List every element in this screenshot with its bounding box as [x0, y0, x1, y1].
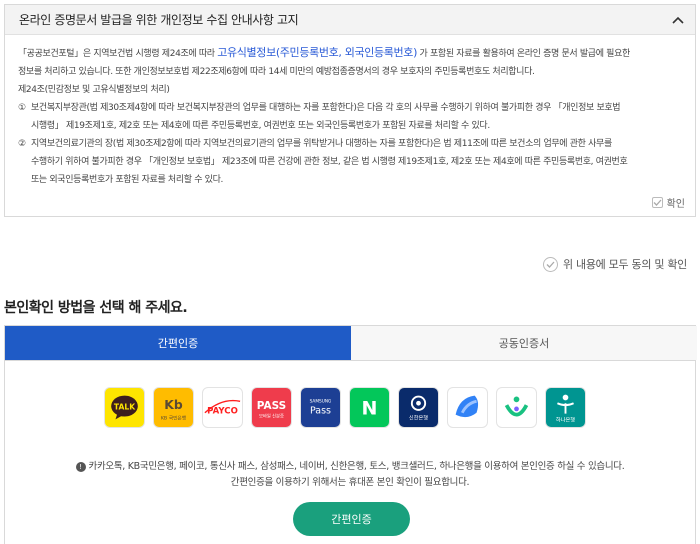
info-line-2: 간편인증을 이용하기 위해서는 휴대폰 본인 확인이 필요합니다. [230, 477, 470, 488]
provider-list: TALK Kb KB 국민은행 PAYCO PASS 모바일 신분증 SAMSUNG… [104, 387, 586, 428]
auth-panel: TALK Kb KB 국민은행 PAYCO PASS 모바일 신분증 SAMSUNG… [4, 361, 696, 544]
privacy-notice-panel: 온라인 증명문서 발급을 위한 개인정보 수집 안내사항 고지 「공공보건포털」… [4, 4, 696, 217]
banksalad-icon[interactable] [496, 387, 537, 428]
auth-info: ! 카카오톡, KB국민은행, 페이코, 통신사 패스, 삼성패스, 네이버, 신… [5, 459, 695, 491]
notice-title: 온라인 증명문서 발급을 위한 개인정보 수집 안내사항 고지 [19, 13, 299, 27]
pass-sublabel: 모바일 신분증 [259, 412, 284, 419]
item-text: 지역보건의료기관의 장(법 제30조제2항에 따라 지역보건의료기관의 업무를 … [31, 139, 612, 149]
naver-icon[interactable]: N [349, 387, 390, 428]
notice-line-2: 정보를 처리하고 있습니다. 또한 개인정보보호법 제22조제6항에 따라 14… [18, 67, 535, 77]
kb-label: KB 국민은행 [161, 414, 186, 421]
agree-all-label: 위 내용에 모두 동의 및 확인 [562, 258, 687, 271]
notice-text: 가 포함된 자료를 활용하여 온라인 증명 문서 발급에 필요한 [419, 49, 631, 59]
notice-header[interactable]: 온라인 증명문서 발급을 위한 개인정보 수집 안내사항 고지 [5, 5, 695, 35]
notice-highlight: 고유식별정보(주민등록번호, 외국인등록번호) [217, 46, 418, 59]
naver-label: N [362, 398, 378, 420]
confirm-label: 확인 [666, 199, 685, 210]
payco-icon[interactable]: PAYCO [202, 387, 243, 428]
notice-body: 「공공보건포털」은 지역보건법 시행령 제24조에 따라 고유식별정보(주민등록… [5, 35, 695, 189]
samsung-label: Pass [310, 406, 331, 417]
shinhan-bank-icon[interactable]: 신한은행 [398, 387, 439, 428]
kakao-label: TALK [114, 402, 136, 411]
pass-label: PASS [257, 400, 286, 412]
check-circle-icon[interactable] [542, 256, 558, 272]
simple-auth-button[interactable]: 간편인증 [293, 502, 410, 536]
tab-certificate[interactable]: 공동인증서 [351, 326, 697, 360]
hana-label: 하나은행 [556, 415, 575, 423]
item-text: 보건복지부장관(법 제30조제4항에 따라 보건복지부장관의 업무를 대행하는 … [31, 103, 621, 113]
tab-simple-auth[interactable]: 간편인증 [5, 326, 351, 360]
item-number: ② [18, 139, 26, 149]
toss-icon[interactable] [447, 387, 488, 428]
samsung-sublabel: SAMSUNG [310, 398, 332, 404]
info-icon: ! [75, 461, 86, 472]
checkbox-icon[interactable] [651, 197, 663, 208]
kakao-icon[interactable]: TALK [104, 387, 145, 428]
notice-item-2: ② 지역보건의료기관의 장(법 제30조제2항에 따라 지역보건의료기관의 업무… [18, 135, 679, 189]
notice-item-1: ① 보건복지부장관(법 제30조제4항에 따라 보건복지부장관의 업무를 대행하… [18, 99, 679, 135]
samsung-pass-icon[interactable]: SAMSUNG Pass [300, 387, 341, 428]
pass-icon[interactable]: PASS 모바일 신분증 [251, 387, 292, 428]
confirm-checkbox[interactable]: 확인 [651, 195, 685, 210]
auth-method-tabs: 간편인증 공동인증서 [4, 325, 697, 361]
kb-bank-icon[interactable]: Kb KB 국민은행 [153, 387, 194, 428]
notice-line-3: 제24조(민감정보 및 고유식별정보의 처리) [18, 85, 170, 95]
section-title: 본인확인 방법을 선택 해 주세요. [4, 300, 188, 316]
item-text: 시행령」 제19조제1호, 제2호 또는 제4호에 따른 주민등록번호, 여권번… [31, 121, 490, 131]
item-text: 또는 외국인등록번호가 포함된 자료를 처리할 수 있다. [31, 175, 224, 185]
notice-line-1: 「공공보건포털」은 지역보건법 시행령 제24조에 따라 고유식별정보(주민등록… [18, 44, 679, 63]
shinhan-label: 신한은행 [409, 413, 428, 421]
item-number: ① [18, 103, 26, 113]
payco-label: PAYCO [207, 407, 238, 417]
item-text: 수행하기 위하여 불가피한 경우 「개인정보 보호법」 제23조에 따른 건강에… [31, 157, 628, 167]
svg-text:Kb: Kb [164, 398, 183, 412]
notice-text: 「공공보건포털」은 지역보건법 시행령 제24조에 따라 [18, 49, 215, 59]
chevron-up-icon[interactable] [671, 13, 685, 27]
info-line-1: ! 카카오톡, KB국민은행, 페이코, 통신사 패스, 삼성패스, 네이버, 신… [5, 459, 695, 475]
hana-bank-icon[interactable]: 하나은행 [545, 387, 586, 428]
agree-all-checkbox[interactable]: 위 내용에 모두 동의 및 확인 [542, 256, 687, 272]
info-text: 카카오톡, KB국민은행, 페이코, 통신사 패스, 삼성패스, 네이버, 신한… [88, 461, 625, 472]
